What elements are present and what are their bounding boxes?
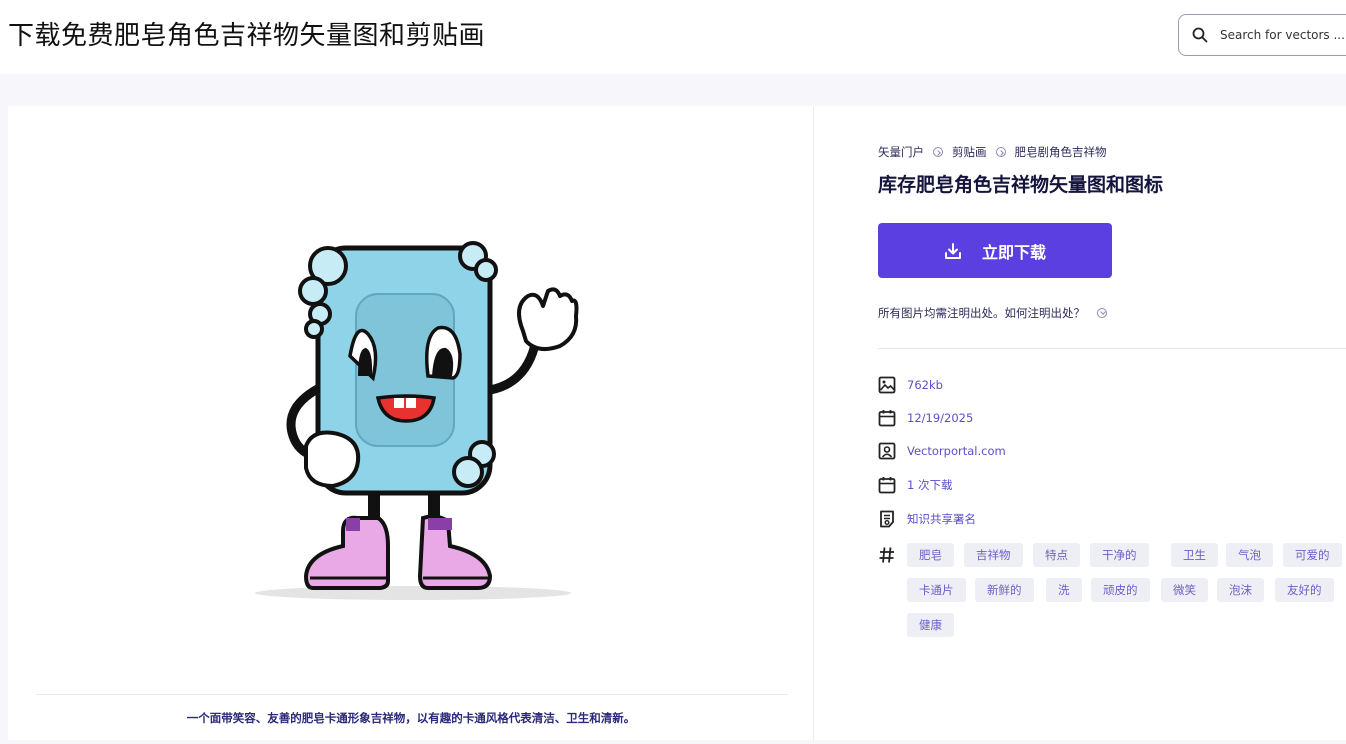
chevron-right-icon: [933, 147, 943, 157]
search-box[interactable]: [1178, 14, 1346, 56]
soap-mascot-image: [255, 241, 579, 600]
meta-date: 12/19/2025: [878, 409, 973, 427]
search-input[interactable]: [1220, 28, 1346, 42]
asset-title: 库存肥皂角色吉祥物矢量图和图标: [878, 174, 1164, 196]
tag-clean[interactable]: 干净的: [1090, 543, 1149, 567]
divider: [878, 348, 1346, 349]
license-link[interactable]: 知识共享署名: [907, 511, 976, 527]
tag-smile[interactable]: 微笑: [1161, 578, 1208, 602]
tag-health[interactable]: 健康: [907, 613, 954, 637]
caption-divider: [36, 694, 788, 695]
tag-friendly[interactable]: 友好的: [1275, 578, 1334, 602]
download-button[interactable]: 立即下载: [878, 223, 1112, 278]
tag-playful[interactable]: 顽皮的: [1091, 578, 1150, 602]
page-title: 下载免费肥皂角色吉祥物矢量图和剪贴画: [8, 21, 486, 51]
chevron-down-icon: [1097, 308, 1107, 318]
file-size: 762kb: [907, 378, 943, 392]
image-icon: [878, 376, 896, 394]
breadcrumb-item-clipart[interactable]: 剪贴画: [952, 144, 987, 160]
tag-bubbles[interactable]: 气泡: [1226, 543, 1273, 567]
tag-cute[interactable]: 可爱的: [1283, 543, 1342, 567]
breadcrumb-item-current[interactable]: 肥皂剧角色吉祥物: [1015, 144, 1107, 160]
breadcrumb-item-vectorportal[interactable]: 矢量门户: [878, 144, 924, 160]
calendar-icon: [878, 410, 896, 427]
upload-date: 12/19/2025: [907, 411, 974, 425]
image-caption: 一个面带笑容、友善的肥皂卡通形象吉祥物，以有趣的卡通风格代表清洁、卫生和清新。: [186, 711, 636, 725]
tag-soap[interactable]: 肥皂: [907, 543, 954, 567]
meta-file-size: 762kb: [878, 376, 943, 394]
meta-downloads: 1 次下载: [878, 476, 952, 494]
author-link[interactable]: Vectorportal.com: [907, 444, 1006, 458]
download-icon: [944, 242, 961, 259]
tag-mascot[interactable]: 吉祥物: [964, 543, 1023, 567]
attribution-text: 所有图片均需注明出处。如何注明出处？: [878, 306, 1085, 320]
tag-feature[interactable]: 特点: [1033, 543, 1080, 567]
tag-hygiene[interactable]: 卫生: [1171, 543, 1218, 567]
tag-fresh[interactable]: 新鲜的: [975, 578, 1034, 602]
license-icon: [880, 510, 894, 528]
hashtag-icon: [879, 547, 894, 563]
chevron-right-icon: [995, 147, 1006, 157]
image-panel: 一个面带笑容、友善的肥皂卡通形象吉祥物，以有趣的卡通风格代表清洁、卫生和清新。: [8, 106, 814, 740]
author-icon: [878, 442, 896, 460]
download-label: 立即下载: [981, 242, 1046, 262]
tag-cartoon[interactable]: 卡通片: [907, 578, 966, 602]
search-icon: [1192, 27, 1208, 43]
calendar-icon: [878, 477, 896, 494]
breadcrumb: 矢量门户 剪贴画 肥皂剧角色吉祥物: [878, 144, 1107, 160]
meta-license[interactable]: 知识共享署名: [878, 510, 976, 528]
download-count: 1 次下载: [907, 478, 953, 492]
top-bar: 下载免费肥皂角色吉祥物矢量图和剪贴画: [0, 0, 1346, 74]
tag-foam[interactable]: 泡沫: [1217, 578, 1264, 602]
meta-author[interactable]: Vectorportal.com: [878, 442, 1006, 460]
tag-wash[interactable]: 洗: [1046, 578, 1082, 602]
attribution-link[interactable]: 所有图片均需注明出处。如何注明出处？: [878, 305, 1107, 321]
content-card: 一个面带笑容、友善的肥皂卡通形象吉祥物，以有趣的卡通风格代表清洁、卫生和清新。 …: [8, 106, 1346, 740]
